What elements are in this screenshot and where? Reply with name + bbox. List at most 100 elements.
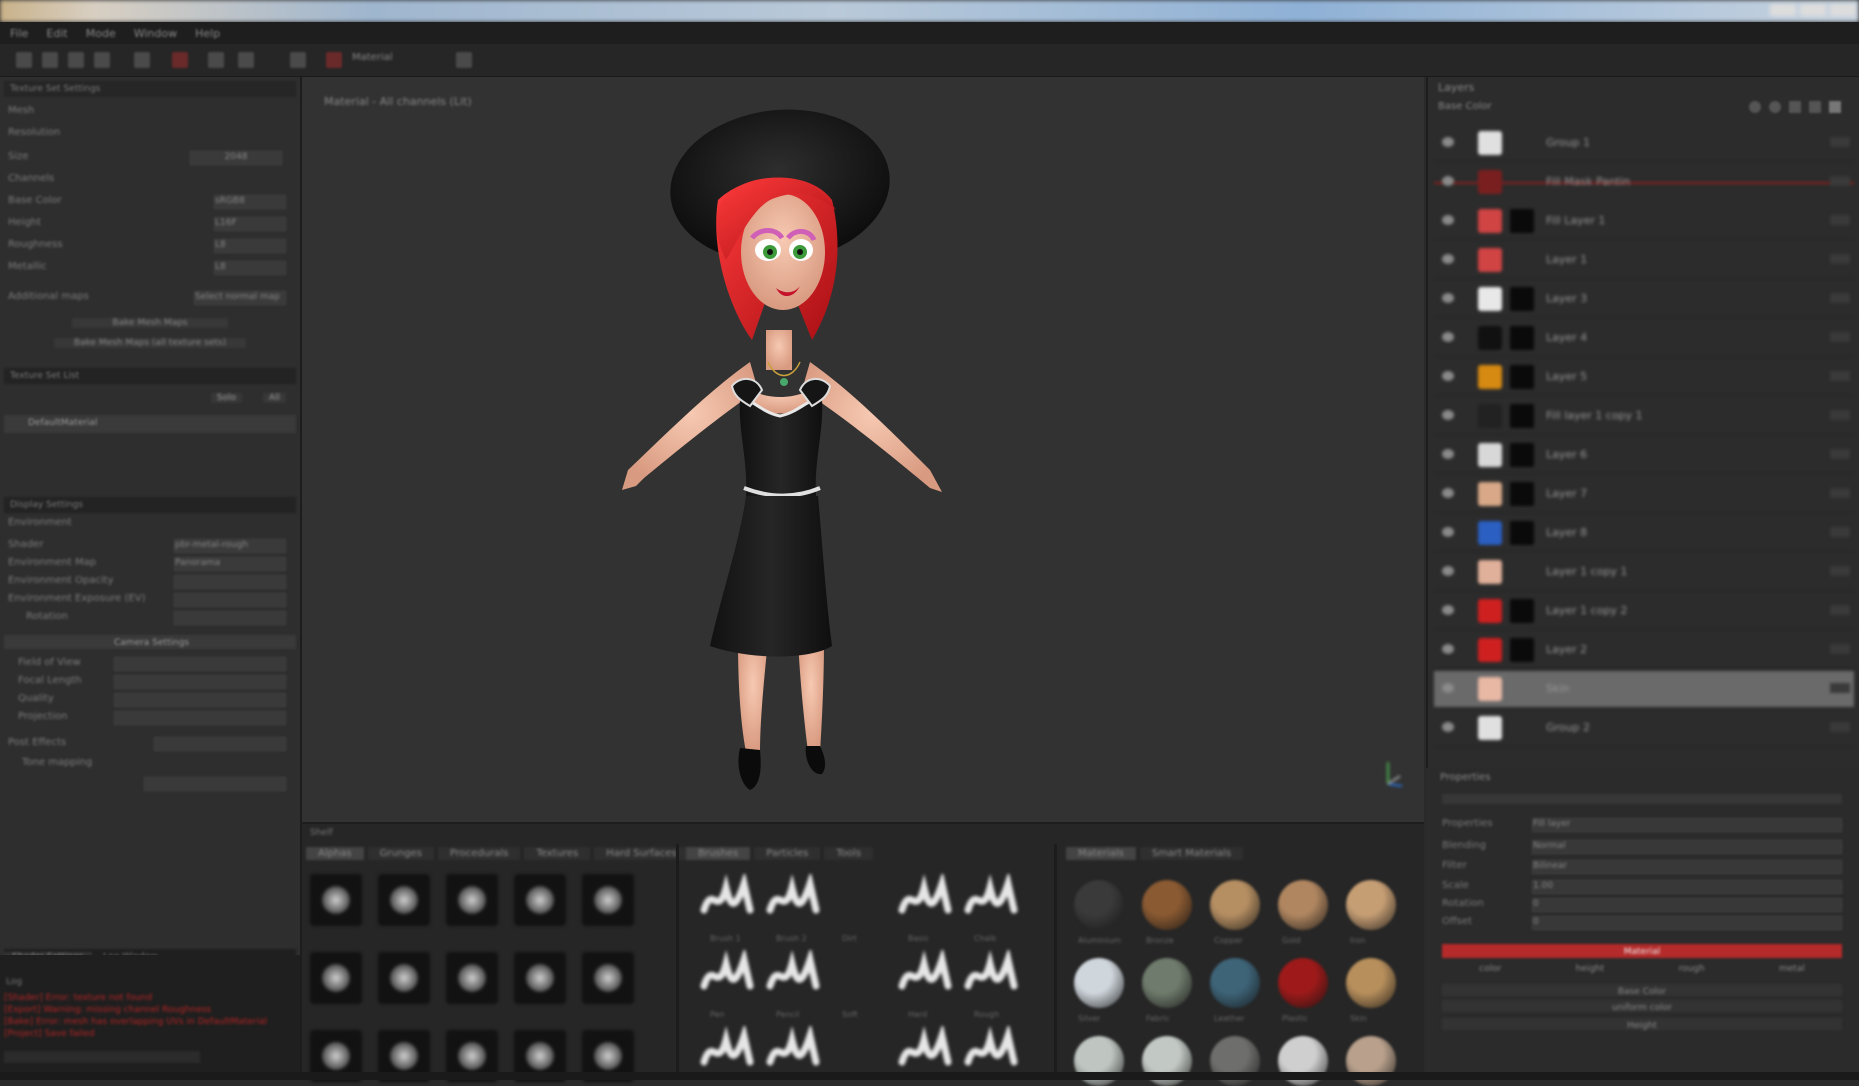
- layer-mask-thumbnail[interactable]: [1510, 443, 1534, 467]
- camera-row[interactable]: Quality: [8, 693, 292, 707]
- texture-set-settings-header[interactable]: Texture Set Settings: [4, 81, 296, 97]
- layer-row[interactable]: Skin: [1434, 671, 1854, 708]
- brush-stroke-icon[interactable]: [830, 874, 890, 934]
- property-row[interactable]: Filter Bilinear: [1442, 860, 1842, 874]
- property-field[interactable]: 1.00: [1532, 880, 1842, 894]
- camera-icon[interactable]: [456, 52, 472, 68]
- property-row[interactable]: Scale 1.00: [1442, 880, 1842, 894]
- post-effects-field[interactable]: [154, 737, 286, 751]
- brush-stroke-icon[interactable]: [830, 950, 890, 1010]
- material-sphere-thumbnail[interactable]: [1346, 958, 1396, 1008]
- post-effects-row[interactable]: Post Effects: [8, 737, 292, 751]
- layer-row[interactable]: Layer 5: [1434, 359, 1854, 396]
- layer-row[interactable]: Fill Mask Pantin: [1434, 164, 1854, 194]
- texture-set-item[interactable]: DefaultMaterial: [4, 415, 296, 433]
- layers-channel-dropdown[interactable]: Base Color: [1438, 101, 1492, 112]
- visibility-eye-icon[interactable]: [1442, 683, 1454, 693]
- visibility-eye-icon[interactable]: [1442, 722, 1454, 732]
- geometry-fill-icon[interactable]: [94, 52, 110, 68]
- environment-tab-row[interactable]: Environment: [8, 517, 292, 531]
- camera-settings-header[interactable]: Camera Settings: [4, 635, 296, 649]
- channel-button[interactable]: color: [1479, 964, 1501, 978]
- properties-slider[interactable]: [1442, 794, 1842, 804]
- layer-row[interactable]: Layer 6: [1434, 437, 1854, 474]
- layer-row[interactable]: Fill layer 1 copy 1: [1434, 398, 1854, 435]
- shelf-tab[interactable]: Grunges: [367, 847, 434, 860]
- shelf-tab[interactable]: Alphas: [306, 847, 364, 860]
- camera-field[interactable]: [114, 693, 286, 707]
- layer-mask-thumbnail[interactable]: [1510, 521, 1534, 545]
- channel-button[interactable]: height: [1576, 964, 1605, 978]
- viewport-mode-label[interactable]: Material - All channels (Lit): [324, 95, 472, 108]
- layer-opacity-field[interactable]: [1830, 488, 1850, 498]
- close-button[interactable]: [1830, 4, 1856, 16]
- layer-row[interactable]: Layer 3: [1434, 281, 1854, 318]
- bake-all-row[interactable]: Bake Mesh Maps (all texture sets): [8, 335, 292, 349]
- property-row[interactable]: Rotation 0: [1442, 898, 1842, 912]
- layer-row[interactable]: Layer 1: [1434, 242, 1854, 279]
- property-field[interactable]: 0: [1532, 916, 1842, 930]
- texture-set-list-header[interactable]: Texture Set List: [4, 368, 296, 384]
- visibility-eye-icon[interactable]: [1442, 137, 1454, 147]
- shelf-tab[interactable]: Hard Surfaces: [594, 847, 689, 860]
- visibility-eye-icon[interactable]: [1442, 176, 1454, 186]
- display-settings-header[interactable]: Display Settings: [4, 497, 296, 513]
- visibility-eye-icon[interactable]: [1442, 527, 1454, 537]
- layer-mask-thumbnail[interactable]: [1510, 209, 1534, 233]
- brush-stroke-icon[interactable]: [962, 871, 1022, 934]
- channel-format-field[interactable]: L8: [214, 239, 286, 253]
- visibility-eye-icon[interactable]: [1442, 332, 1454, 342]
- camera-field[interactable]: [114, 711, 286, 725]
- minimize-button[interactable]: [1770, 4, 1796, 16]
- alpha-thumbnail[interactable]: [514, 874, 566, 926]
- material-sphere-thumbnail[interactable]: [1210, 880, 1260, 930]
- layer-opacity-field[interactable]: [1830, 566, 1850, 576]
- alpha-thumbnail[interactable]: [378, 952, 430, 1004]
- menu-window[interactable]: Window: [134, 27, 177, 40]
- add-mask-button[interactable]: [1789, 101, 1801, 113]
- clone-tool-icon[interactable]: [172, 52, 188, 68]
- layer-opacity-field[interactable]: [1830, 527, 1850, 537]
- layer-opacity-field[interactable]: [1830, 644, 1850, 654]
- visibility-eye-icon[interactable]: [1442, 644, 1454, 654]
- channel-row[interactable]: Base Color sRGB8: [8, 195, 292, 209]
- layer-mask-thumbnail[interactable]: [1510, 638, 1534, 662]
- alpha-thumbnail[interactable]: [514, 952, 566, 1004]
- visibility-eye-icon[interactable]: [1442, 293, 1454, 303]
- rotation-slider[interactable]: [174, 611, 286, 625]
- projection-tool-icon[interactable]: [68, 52, 84, 68]
- layer-opacity-field[interactable]: [1830, 605, 1850, 615]
- visibility-eye-icon[interactable]: [1442, 410, 1454, 420]
- alpha-thumbnail[interactable]: [378, 874, 430, 926]
- alpha-thumbnail[interactable]: [582, 874, 634, 926]
- material-sphere-thumbnail[interactable]: [1278, 958, 1328, 1008]
- display-row[interactable]: Environment Map Panorama: [8, 557, 292, 571]
- environment-map-field[interactable]: Panorama: [174, 557, 286, 571]
- add-layer-button[interactable]: [1749, 101, 1761, 113]
- size-field[interactable]: 2048: [190, 151, 282, 165]
- maximize-button[interactable]: [1800, 4, 1826, 16]
- menu-file[interactable]: File: [10, 27, 28, 40]
- eraser-tool-icon[interactable]: [42, 52, 58, 68]
- alpha-thumbnail[interactable]: [446, 874, 498, 926]
- layer-row[interactable]: Layer 8: [1434, 515, 1854, 552]
- paint-tool-icon[interactable]: [16, 52, 32, 68]
- alpha-thumbnail[interactable]: [446, 952, 498, 1004]
- brush-stroke-icon[interactable]: [962, 947, 1022, 1010]
- visibility-eye-icon[interactable]: [1442, 449, 1454, 459]
- add-fill-layer-button[interactable]: [1769, 101, 1781, 113]
- bake-button[interactable]: Bake Mesh Maps: [72, 318, 228, 328]
- display-row[interactable]: Environment Opacity: [8, 575, 292, 589]
- brush-stroke-icon[interactable]: [896, 871, 956, 934]
- tone-slider[interactable]: [144, 777, 286, 791]
- material-sphere-thumbnail[interactable]: [1142, 880, 1192, 930]
- base-color-row[interactable]: Base Color: [1442, 984, 1842, 997]
- layer-mask-thumbnail[interactable]: [1510, 365, 1534, 389]
- camera-row[interactable]: Focal Length: [8, 675, 292, 689]
- menu-help[interactable]: Help: [195, 27, 220, 40]
- shelf-tab[interactable]: Brushes: [686, 847, 751, 860]
- layer-row[interactable]: Layer 1 copy 1: [1434, 554, 1854, 591]
- visibility-eye-icon[interactable]: [1442, 215, 1454, 225]
- delete-layer-button[interactable]: [1829, 101, 1841, 113]
- display-row[interactable]: Rotation: [8, 611, 292, 625]
